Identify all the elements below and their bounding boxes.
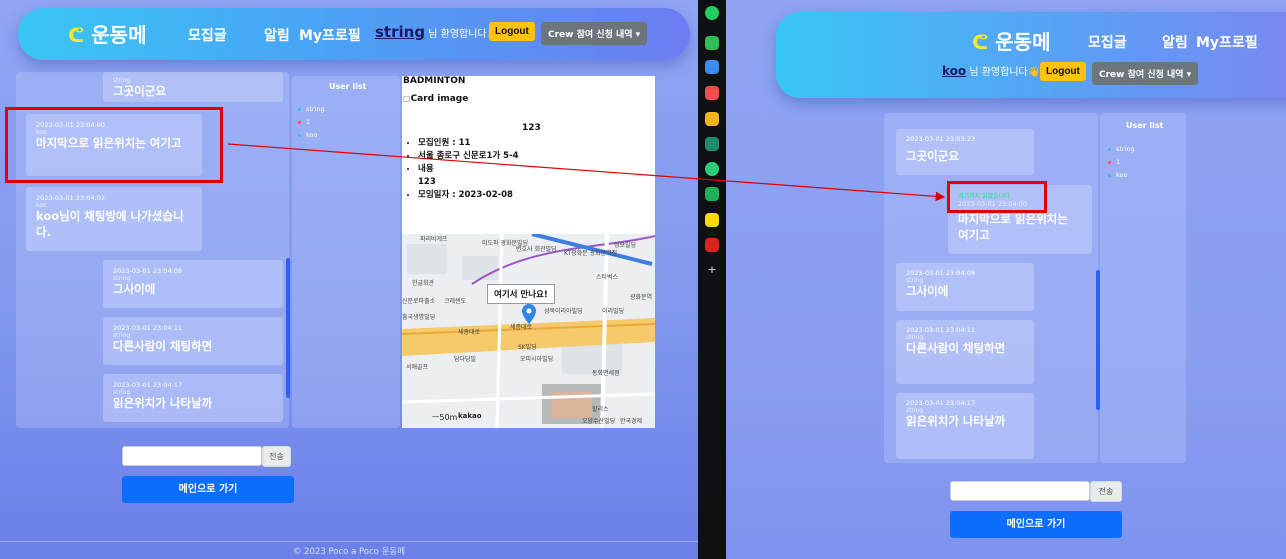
- annotation-arrow: [227, 143, 946, 202]
